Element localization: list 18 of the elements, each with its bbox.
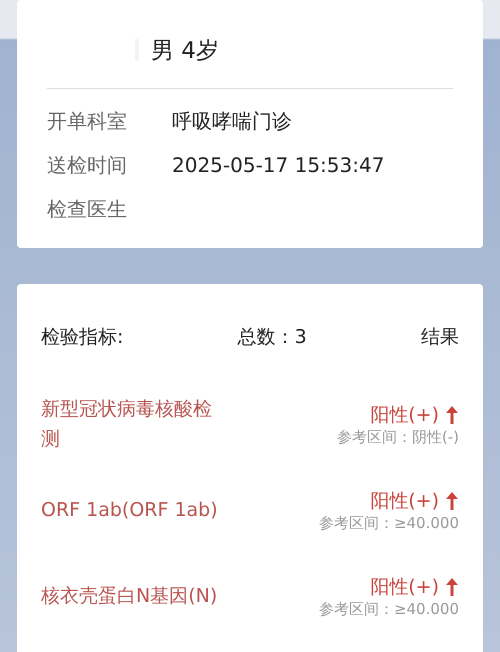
info-value: 呼吸哮喘门诊 — [172, 108, 292, 134]
info-label: 开单科室 — [47, 108, 128, 134]
info-label: 检查医生 — [47, 196, 128, 222]
patient-sex-age: 男 4岁 — [151, 36, 219, 66]
test-name: 核衣壳蛋白N基因(N) — [41, 584, 218, 609]
result-value: 阳性(+) — [370, 574, 439, 600]
result-value: 阳性(+) — [370, 488, 439, 514]
test-name: 新型冠状病毒核酸检测 — [41, 397, 213, 452]
reference-range: 参考区间：≥40.000 — [318, 600, 459, 618]
test-name: ORF 1ab(ORF 1ab) — [41, 498, 219, 523]
result-heading: 结果 — [421, 325, 459, 350]
info-value: 2025-05-17 15:53:47 — [172, 153, 384, 177]
reference-range: 参考区间：阴性(-) — [336, 428, 459, 446]
info-label: 送检时间 — [47, 152, 128, 178]
reference-range: 参考区间：≥40.000 — [318, 514, 459, 532]
total-count: 总数：3 — [238, 325, 307, 350]
indicator-heading: 检验指标: — [41, 325, 124, 350]
result-value: 阳性(+) — [370, 402, 439, 428]
